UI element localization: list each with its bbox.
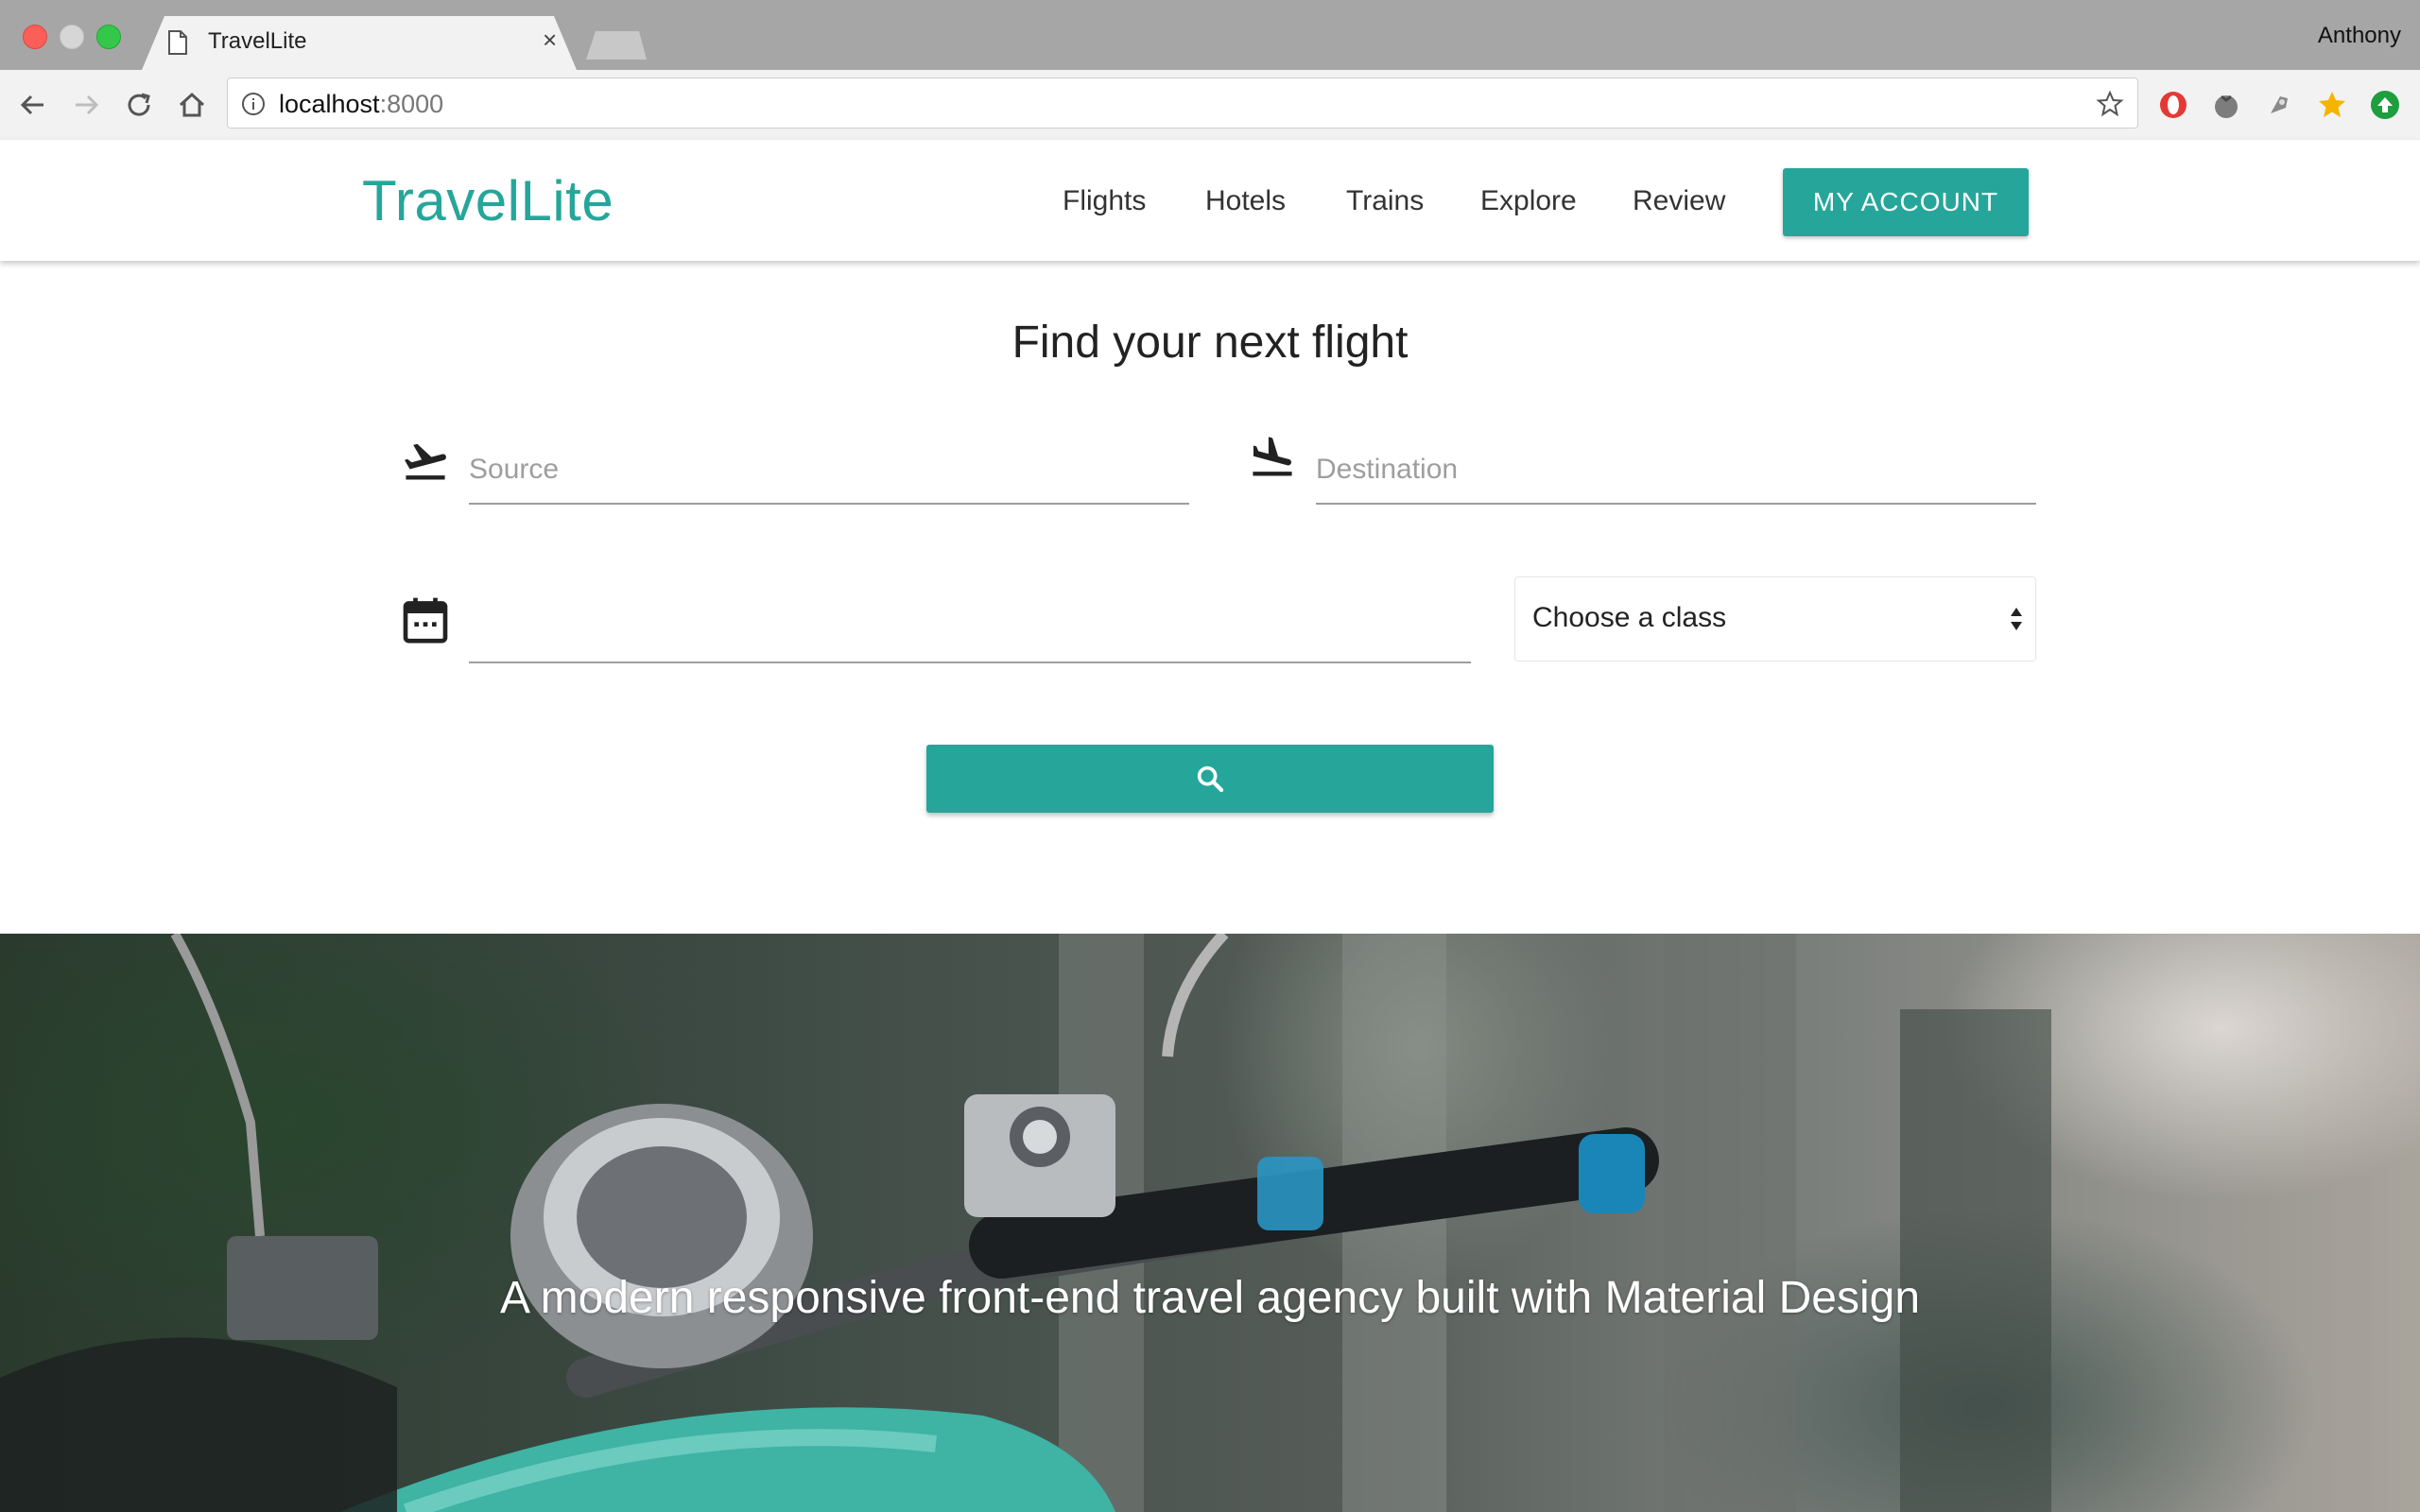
address-bar[interactable]: localhost:8000 xyxy=(227,77,2138,129)
flight-land-icon xyxy=(1253,437,1292,476)
forward-arrow-icon[interactable] xyxy=(68,87,104,123)
search-heading: Find your next flight xyxy=(1011,318,1409,368)
search-button[interactable] xyxy=(926,745,1494,813)
tomato-timer-extension-icon[interactable] xyxy=(2210,89,2242,121)
window-minimize-button[interactable] xyxy=(60,25,84,49)
nav-link-hotels[interactable]: Hotels xyxy=(1205,185,1286,217)
search-icon xyxy=(1197,765,1224,793)
nav-link-trains[interactable]: Trains xyxy=(1346,185,1424,217)
url-host: localhost xyxy=(279,90,380,118)
browser-tab-active[interactable] xyxy=(142,16,577,70)
hero-tagline: A modern responsive front-end travel age… xyxy=(499,1273,1921,1323)
class-select-value: Choose a class xyxy=(1532,602,1727,633)
my-account-button[interactable]: MY ACCOUNT xyxy=(1783,168,2029,236)
rocket-extension-icon[interactable] xyxy=(2263,89,2295,121)
upload-extension-icon[interactable] xyxy=(2369,89,2401,121)
browser-toolbar: localhost:8000 xyxy=(0,70,2420,141)
tab-close-icon[interactable]: × xyxy=(543,27,557,52)
bookmark-star-icon[interactable] xyxy=(2096,90,2124,118)
source-input[interactable] xyxy=(469,437,1189,505)
window-close-button[interactable] xyxy=(23,25,47,49)
flight-takeoff-icon xyxy=(404,443,446,480)
document-icon xyxy=(168,30,187,55)
motorcycle-photo xyxy=(0,934,2051,1512)
reload-icon[interactable] xyxy=(121,87,157,123)
nav-link-review[interactable]: Review xyxy=(1633,185,1725,217)
nav-link-flights[interactable]: Flights xyxy=(1063,185,1146,217)
hero-banner: A modern responsive front-end travel age… xyxy=(0,934,2420,1512)
window-maximize-button[interactable] xyxy=(96,25,121,49)
opera-extension-icon[interactable] xyxy=(2157,89,2189,121)
url-text: localhost:8000 xyxy=(279,90,443,119)
date-input[interactable] xyxy=(469,592,1471,663)
info-icon[interactable] xyxy=(241,92,266,116)
profile-name[interactable]: Anthony xyxy=(2318,23,2401,49)
site-navbar: TravelLite Flights Hotels Trains Explore… xyxy=(0,140,2420,261)
new-tab-button[interactable] xyxy=(586,31,647,60)
calendar-icon xyxy=(403,597,448,644)
url-port: :8000 xyxy=(379,90,444,118)
class-select[interactable]: Choose a class xyxy=(1514,576,2036,662)
destination-input[interactable] xyxy=(1316,437,2036,505)
back-arrow-icon[interactable] xyxy=(15,87,51,123)
browser-tab-bar: TravelLite × Anthony xyxy=(0,0,2420,70)
select-arrows-icon xyxy=(2011,608,2022,630)
home-icon[interactable] xyxy=(174,87,210,123)
star-extension-icon[interactable] xyxy=(2316,89,2348,121)
nav-link-explore[interactable]: Explore xyxy=(1480,185,1577,217)
tab-title: TravelLite xyxy=(208,28,307,54)
brand-logo[interactable]: TravelLite xyxy=(362,168,614,233)
